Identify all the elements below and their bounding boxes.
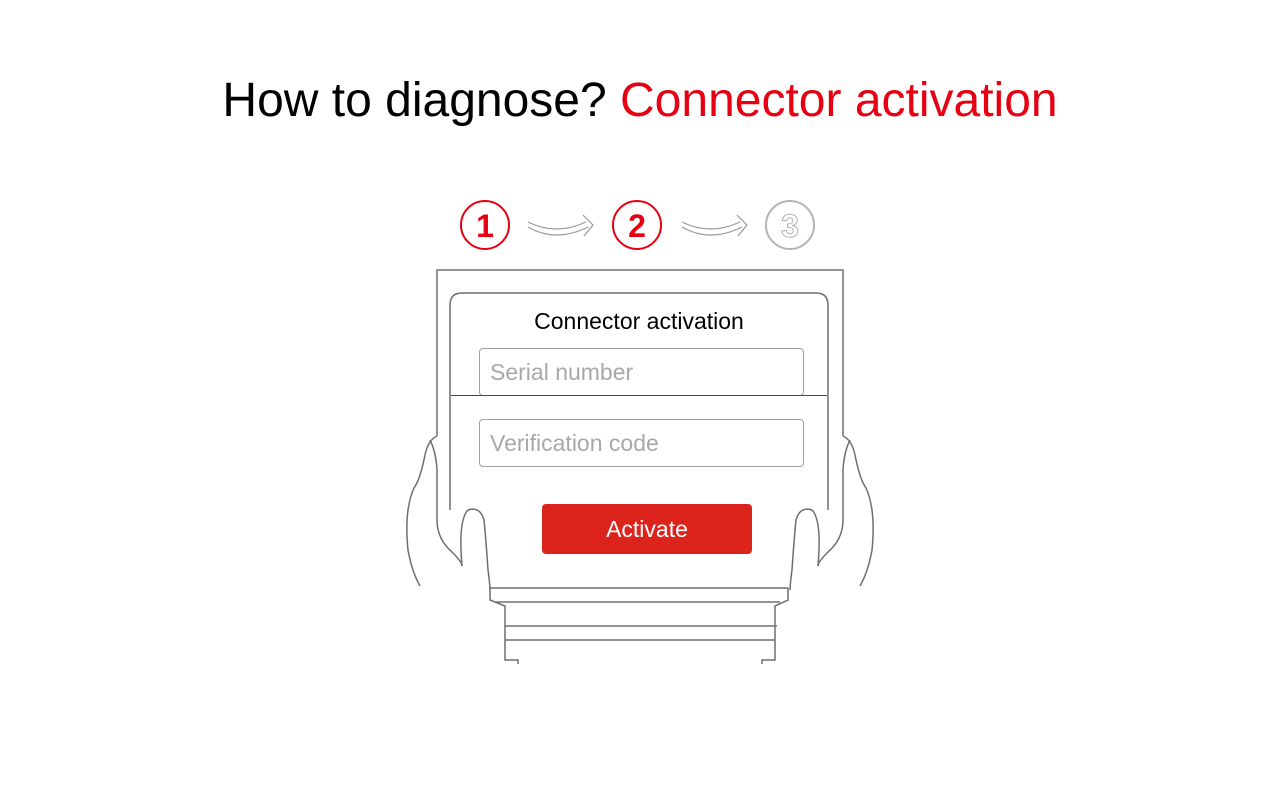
verification-code-input[interactable] xyxy=(479,419,804,467)
serial-number-input[interactable] xyxy=(479,348,804,396)
step-indicator-2: 2 xyxy=(612,200,662,250)
tutorial-page: How to diagnose? Connector activation 1 … xyxy=(0,0,1280,800)
arrow-right-icon xyxy=(681,214,748,237)
step-number-2: 2 xyxy=(628,208,646,244)
step-indicator-3: 3 xyxy=(765,200,815,250)
step-number-1: 1 xyxy=(476,208,494,244)
arrow-right-icon xyxy=(527,214,594,237)
scan-line xyxy=(451,395,827,396)
form-title: Connector activation xyxy=(534,308,744,334)
step-indicator-1: 1 xyxy=(460,200,510,250)
device-illustration: 1 2 3 xyxy=(406,200,874,664)
step-number-3: 3 xyxy=(781,208,799,244)
activate-button[interactable]: Activate xyxy=(542,504,752,554)
hand-icon xyxy=(406,435,491,591)
